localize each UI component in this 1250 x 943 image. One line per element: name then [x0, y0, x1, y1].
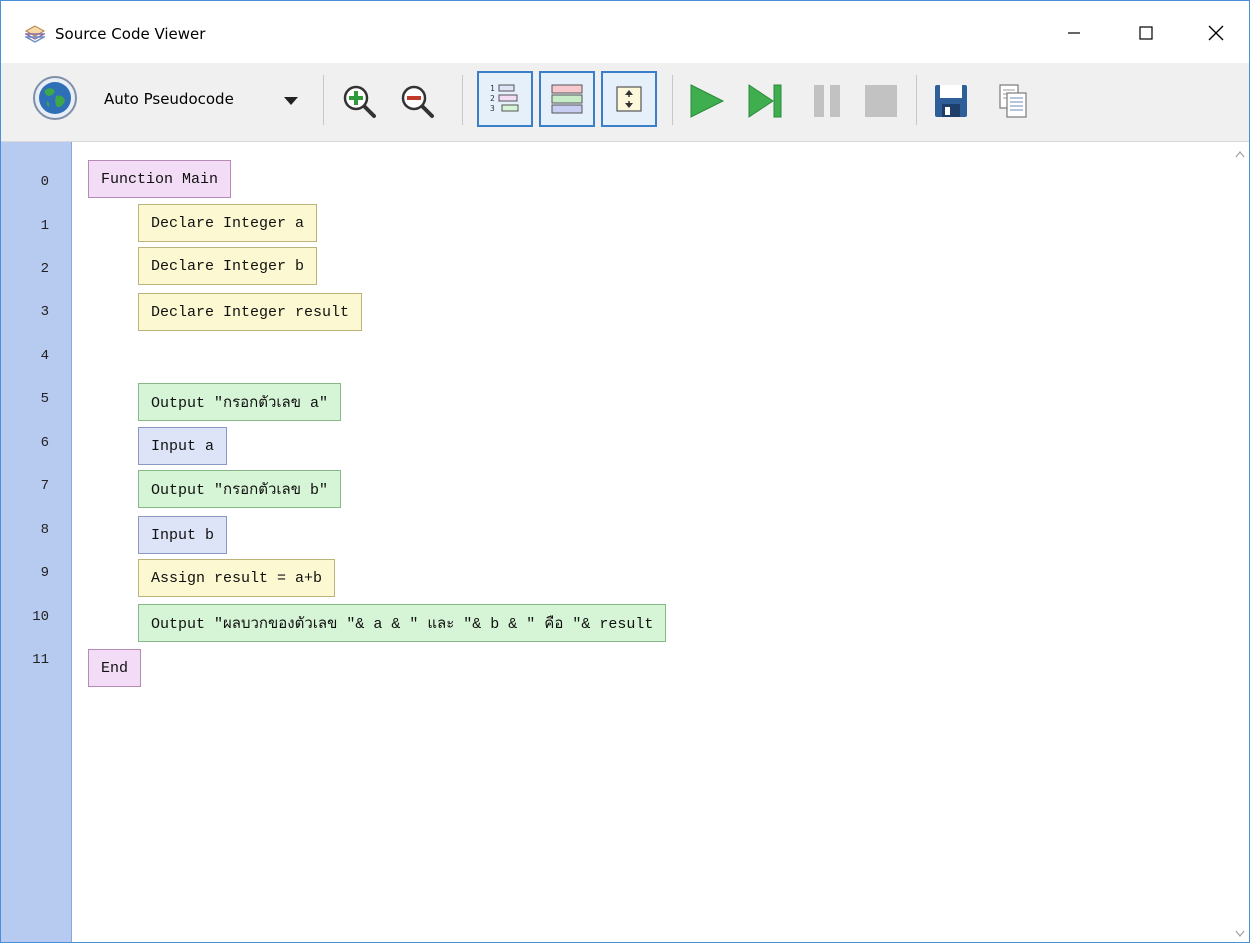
toolbar-separator: [916, 75, 917, 125]
toolbar-separator: [672, 75, 673, 125]
code-line-output[interactable]: Output "ผลบวกของตัวเลข "& a & " และ "& b…: [138, 604, 667, 642]
line-number: 8: [40, 522, 49, 538]
maximize-button[interactable]: [1123, 13, 1169, 53]
code-line-output[interactable]: Output "กรอกตัวเลข a": [138, 383, 341, 421]
app-layers-icon: [23, 24, 47, 44]
code-line-declare[interactable]: Declare Integer result: [138, 293, 363, 331]
stop-icon: [865, 85, 897, 117]
toggle-expand-button[interactable]: [601, 71, 657, 127]
zoom-out-icon: [401, 85, 434, 118]
expand-icon: [616, 86, 642, 112]
toggle-line-numbers-button[interactable]: 1 2 3: [477, 71, 533, 127]
toolbar-separator: [323, 75, 324, 125]
stop-button[interactable]: [859, 79, 903, 123]
line-number: 1: [40, 218, 49, 234]
code-line-input[interactable]: Input b: [138, 516, 228, 554]
line-number: 6: [40, 435, 49, 451]
svg-text:2: 2: [490, 94, 495, 103]
zoom-out-button[interactable]: [397, 81, 437, 121]
run-button[interactable]: [684, 79, 728, 123]
svg-text:1: 1: [490, 84, 495, 93]
close-button[interactable]: [1193, 13, 1239, 53]
code-line-declare[interactable]: Declare Integer b: [138, 247, 318, 285]
mode-dropdown-button[interactable]: [279, 89, 303, 113]
line-number: 9: [40, 565, 49, 581]
save-button[interactable]: [929, 79, 973, 123]
window-title: Source Code Viewer: [55, 25, 206, 43]
code-line-function-main[interactable]: Function Main: [88, 160, 232, 198]
globe-icon: [33, 76, 77, 120]
line-number: 3: [40, 304, 49, 320]
title-bar: Source Code Viewer: [1, 1, 1249, 63]
code-editor[interactable]: Function Main Declare Integer a Declare …: [72, 142, 1231, 942]
code-line-output[interactable]: Output "กรอกตัวเลข b": [138, 470, 341, 508]
pause-button[interactable]: [805, 79, 849, 123]
pseudocode-mode-label[interactable]: Auto Pseudocode: [104, 90, 234, 108]
source-code-viewer-window: Source Code Viewer Auto Pseudocode 1 2 3…: [0, 0, 1250, 943]
code-line-end[interactable]: End: [88, 649, 142, 687]
language-globe-button[interactable]: [31, 74, 79, 122]
vertical-scrollbar[interactable]: [1231, 142, 1249, 942]
svg-text:3: 3: [490, 104, 495, 113]
copy-button[interactable]: [991, 79, 1035, 123]
line-number: 4: [40, 348, 49, 364]
line-number: 0: [40, 174, 49, 190]
minimize-icon: [1068, 32, 1080, 34]
line-number: 10: [32, 609, 49, 625]
line-number: 7: [40, 478, 49, 494]
line-number: 2: [40, 261, 49, 277]
toolbar: Auto Pseudocode 1 2 3: [1, 63, 1249, 142]
close-icon: [1208, 25, 1224, 41]
line-number: 5: [40, 391, 49, 407]
code-line-declare[interactable]: Declare Integer a: [138, 204, 318, 242]
step-icon: [748, 84, 782, 118]
line-number: 11: [32, 652, 49, 668]
copy-icon: [999, 84, 1027, 118]
zoom-in-icon: [343, 85, 376, 118]
save-icon: [935, 85, 967, 117]
scroll-down-icon[interactable]: [1234, 929, 1246, 939]
chevron-down-icon: [284, 97, 298, 105]
step-button[interactable]: [743, 79, 787, 123]
line-numbers-icon: 1 2 3: [490, 84, 519, 113]
code-line-input[interactable]: Input a: [138, 427, 228, 465]
pause-icon: [814, 85, 840, 117]
toolbar-separator: [462, 75, 463, 125]
maximize-icon: [1139, 26, 1153, 40]
zoom-in-button[interactable]: [339, 81, 379, 121]
code-line-assign[interactable]: Assign result = a+b: [138, 559, 336, 597]
scroll-up-icon[interactable]: [1234, 149, 1246, 159]
line-number-gutter: 0 1 2 3 4 5 6 7 8 9 10 11: [1, 142, 72, 942]
play-icon: [690, 84, 725, 118]
minimize-button[interactable]: [1051, 13, 1097, 53]
toggle-block-colors-button[interactable]: [539, 71, 595, 127]
color-blocks-icon: [551, 84, 583, 114]
